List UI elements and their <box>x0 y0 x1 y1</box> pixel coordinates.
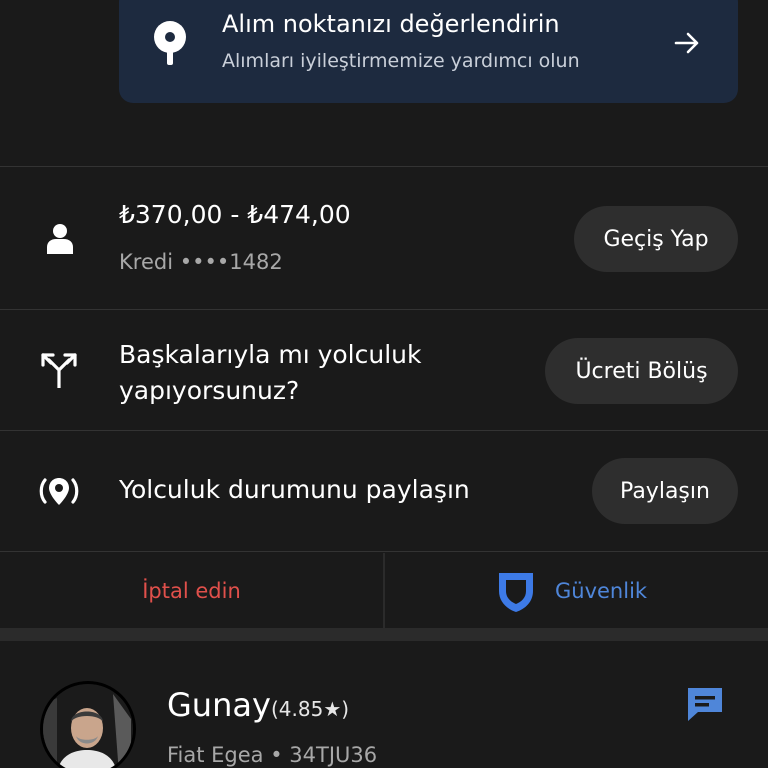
rate-pickup-banner[interactable]: Alım noktanızı değerlendirin Alımları iy… <box>119 0 738 103</box>
cancel-trip-button[interactable]: İptal edin <box>0 553 383 628</box>
payment-method: Kredi ••••1482 <box>119 250 283 274</box>
driver-photo <box>43 684 133 768</box>
driver-name: Gunay <box>167 686 271 724</box>
fare-amount: ₺370,00 - ₺474,00 <box>119 200 351 229</box>
broadcast-location-icon <box>39 478 79 505</box>
shield-icon <box>499 573 533 612</box>
section-separator <box>0 628 768 641</box>
trip-actions-bar: İptal edin Güvenlik <box>0 553 768 628</box>
split-fare-question: Başkalarıyla mı yolculuk yapıyorsunuz? <box>119 340 422 405</box>
location-pin-icon <box>154 21 186 65</box>
banner-subtitle: Alımları iyileştirmemize yardımcı olun <box>222 50 580 72</box>
share-status-text: Yolculuk durumunu paylaşın <box>119 475 470 504</box>
person-icon <box>47 224 73 254</box>
banner-title: Alım noktanızı değerlendirin <box>222 10 560 38</box>
divider <box>0 309 768 310</box>
driver-avatar[interactable] <box>40 681 136 768</box>
split-fare-button[interactable]: Ücreti Bölüş <box>545 338 738 404</box>
trip-details-screen: Alım noktanızı değerlendirin Alımları iy… <box>0 0 768 768</box>
safety-button[interactable]: Güvenlik <box>385 553 768 628</box>
chat-icon[interactable] <box>686 686 724 722</box>
divider <box>0 551 768 552</box>
divider <box>0 166 768 167</box>
divider <box>0 430 768 431</box>
safety-label: Güvenlik <box>555 579 648 603</box>
vehicle-info: Fiat Egea • 34TJU36 <box>167 743 378 767</box>
arrow-right-icon[interactable] <box>673 29 701 57</box>
split-arrows-icon <box>41 353 77 388</box>
share-trip-button[interactable]: Paylaşın <box>592 458 738 524</box>
driver-rating: (4.85★) <box>271 697 350 721</box>
switch-payment-button[interactable]: Geçiş Yap <box>574 206 738 272</box>
